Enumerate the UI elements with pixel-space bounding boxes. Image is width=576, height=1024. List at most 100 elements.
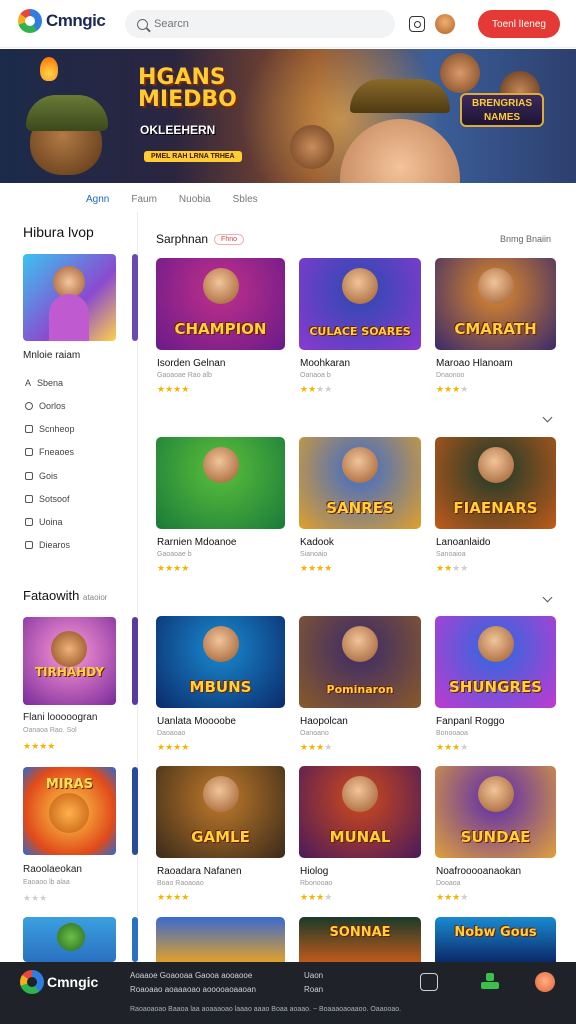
tab-4[interactable]: Sbles: [233, 194, 258, 208]
game-thumbnail[interactable]: GAMLE: [156, 766, 285, 858]
game-thumbnail[interactable]: CULACE SOARES: [299, 258, 421, 350]
tab-1[interactable]: Agnn: [86, 194, 109, 208]
section-title: Sarphnan Fhno: [156, 232, 245, 246]
game-title[interactable]: Noafrooooanaokan: [436, 866, 521, 877]
game-thumbnail[interactable]: Pominaron: [299, 616, 421, 708]
game-title[interactable]: Fanpanl Roggo: [436, 716, 504, 727]
game-title[interactable]: Rarnien Mdoanoe: [157, 537, 237, 548]
game-thumbnail[interactable]: SONNAE: [299, 917, 421, 962]
game-title[interactable]: Hiolog: [300, 866, 328, 877]
footer-text[interactable]: Roan: [304, 985, 323, 994]
game-title[interactable]: Uanlata Moooobe: [157, 716, 236, 727]
banner-pill[interactable]: PMEL RAH LRNA TRHEA: [144, 151, 242, 162]
sidebar-game-image[interactable]: TIRHAHDY: [23, 617, 116, 705]
bookmark-icon: [25, 495, 33, 503]
sidebar-game-image[interactable]: MIRAS: [23, 767, 116, 855]
top-header: Cmngic Toenl lIeneg: [0, 0, 576, 48]
banner-badge: BRENGRIAS NAMES: [460, 93, 544, 127]
sidebar-menu-item[interactable]: Fneaoes: [25, 447, 74, 457]
footer-text[interactable]: Roaoaao aoaaaoao aooooaoaaoan: [130, 985, 256, 994]
sidebar-section2-title: Fataowith ataoior: [23, 588, 107, 603]
search-input[interactable]: [154, 18, 354, 30]
game-meta: Rbonooao: [300, 880, 333, 887]
menu-label: Diearos: [39, 540, 71, 550]
game-thumbnail[interactable]: SHUNGRES: [435, 616, 556, 708]
sidebar-featured-image[interactable]: [23, 254, 116, 341]
sidebar-caption: Mnloie raiam: [23, 350, 81, 361]
sidebar-menu-item[interactable]: Scnheop: [25, 424, 75, 434]
section2-title-text: Fataowith: [23, 588, 80, 603]
footer-logo[interactable]: Cmngic: [20, 970, 98, 994]
game-logo-text: FIAENARS: [453, 499, 538, 517]
game-meta: Gaoaoae b: [157, 551, 192, 558]
game-thumbnail[interactable]: SUNDAE: [435, 766, 556, 858]
game-meta: Daoaoao: [157, 730, 186, 737]
sidebar-menu-item[interactable]: Uoina: [25, 517, 63, 527]
game-meta: Sianoaio: [300, 551, 328, 558]
game-title[interactable]: Haopolcan: [300, 716, 348, 727]
sidebar-menu-item[interactable]: A Sbena: [25, 378, 63, 388]
flag-icon: [25, 448, 33, 456]
game-thumbnail[interactable]: SANRES: [299, 437, 421, 529]
game-title[interactable]: Moohkaran: [300, 358, 350, 369]
character-face: [202, 626, 239, 662]
game-thumbnail[interactable]: FIAENARS: [435, 437, 556, 529]
see-all-link[interactable]: Bnmg Bnaiin: [500, 234, 551, 244]
game-title[interactable]: Isorden Gelnan: [157, 358, 225, 369]
sidebar-card-sub: Oanaoa Rao. Sol: [23, 727, 77, 734]
cta-button[interactable]: Toenl lIeneg: [478, 10, 560, 38]
sidebar-card-sub: Eaoaoo lb alaa: [23, 879, 70, 886]
chevron-down-icon[interactable]: [542, 412, 553, 423]
tab-bar: Agnn Faum Nuobia Sbles: [86, 194, 258, 208]
profile-avatar-icon[interactable]: [535, 972, 555, 992]
brand-logo[interactable]: Cmngic: [18, 9, 106, 33]
search-bar[interactable]: [125, 10, 395, 38]
character-face: [202, 447, 239, 483]
banner-title: HGANS MIEDBO: [138, 65, 237, 112]
hero-banner[interactable]: HGANS MIEDBO OKLEEHERN PMEL RAH LRNA TRH…: [0, 49, 576, 183]
section-title-text: Sarphnan: [156, 232, 209, 246]
character-face: [477, 626, 514, 662]
game-thumbnail[interactable]: Nobw Gous: [435, 917, 556, 962]
game-meta: Boao Raoaoao: [157, 880, 204, 887]
camera-icon[interactable]: [409, 16, 425, 32]
character-face: [477, 268, 514, 304]
game-thumbnail[interactable]: CHAMPION: [156, 258, 285, 350]
game-thumbnail[interactable]: [156, 917, 285, 962]
sidebar-menu-item[interactable]: Oorlos: [25, 401, 66, 411]
game-title[interactable]: Lanoanlaido: [436, 537, 491, 548]
clock-icon[interactable]: [420, 973, 438, 991]
game-logo-text: MUNAL: [329, 828, 391, 846]
game-thumbnail[interactable]: MUNAL: [299, 766, 421, 858]
character-face: [342, 626, 378, 662]
sidebar-game-image[interactable]: [23, 917, 116, 962]
sidebar-menu-item[interactable]: Diearos: [25, 540, 70, 550]
game-title[interactable]: Raoadara Nafanen: [157, 866, 242, 877]
section-pill[interactable]: Fhno: [214, 233, 245, 245]
game-thumbnail[interactable]: [156, 437, 285, 529]
rating-stars: ★★★★: [300, 384, 333, 394]
game-thumbnail[interactable]: CMARATH: [435, 258, 556, 350]
game-meta: Bonooaoa: [436, 730, 468, 737]
game-thumbnail[interactable]: MBUNS: [156, 616, 285, 708]
sidebar-menu-item[interactable]: Gois: [25, 471, 58, 481]
chevron-down-icon[interactable]: [542, 592, 553, 603]
game-title[interactable]: Kadook: [300, 537, 334, 548]
tab-2[interactable]: Faum: [131, 194, 157, 208]
character-face: [342, 268, 378, 304]
sidebar-menu-item[interactable]: Sotsoof: [25, 494, 70, 504]
sidebar-thumb-edge: [132, 917, 138, 962]
search-icon: [137, 18, 148, 30]
game-meta: Oanoano: [300, 730, 329, 737]
footer-text[interactable]: Uaon: [304, 971, 323, 980]
puzzle-icon[interactable]: [481, 973, 499, 991]
tab-3[interactable]: Nuobia: [179, 194, 211, 208]
game-title[interactable]: Maroao Hlanoam: [436, 358, 513, 369]
footer-text[interactable]: Aoaaoe Goaooaa Gaooa aooaooe: [130, 971, 252, 980]
user-avatar[interactable]: [435, 14, 455, 34]
user-icon: [25, 402, 33, 410]
footer-logo-text: Cmngic: [47, 974, 99, 990]
sidebar-title: Hibura lvop: [23, 224, 94, 240]
game-logo-text: Pominaron: [326, 683, 394, 696]
rating-stars: ★★★★: [436, 742, 469, 752]
